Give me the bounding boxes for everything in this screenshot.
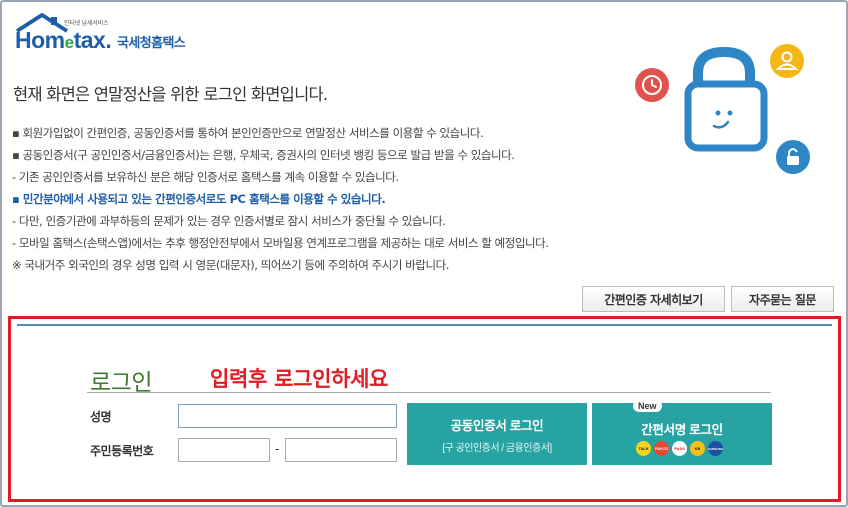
notice-item: ※ 국내거주 외국인의 경우 성명 입력 시 영문(대문자), 띄어쓰기 등에 … (12, 258, 449, 272)
user-icon (770, 44, 804, 78)
notice-item: - 다만, 인증기관에 과부하등의 문제가 있는 경우 인증서별로 잠시 서비스… (12, 214, 446, 228)
kakao-talk-icon: TALK (636, 441, 651, 456)
new-badge: New (633, 400, 662, 412)
easy-sign-login-label: 간편서명 로그인 (641, 423, 723, 437)
logo-subtitle: 인터넷 납세서비스 (64, 20, 109, 27)
kb-icon: KB (690, 441, 705, 456)
page-heading: 현재 화면은 연말정산을 위한 로그인 화면입니다. (13, 85, 328, 104)
easy-sign-login-button[interactable]: New 간편서명 로그인 TALK PAYCO PASS KB SAMSUNG (592, 400, 772, 465)
login-inner: 로그인 입력후 로그인하세요 성명 주민등록번호 - 공동인증서 로그인 [구 … (17, 324, 832, 494)
easy-auth-detail-button[interactable]: 간편인증 자세히보기 (582, 286, 725, 312)
samsung-pass-icon: SAMSUNG (708, 441, 723, 456)
clock-icon (635, 68, 669, 102)
notice-item: - 모바일 홈택스(손택스앱)에서는 추후 행정안전부에서 모바일용 연계프로그… (12, 236, 549, 250)
pass-icon: PASS (672, 441, 687, 456)
logo-korean-name: 국세청홈택스 (117, 36, 186, 51)
hometax-logo[interactable]: 인터넷 납세서비스 Hometax. 국세청홈택스 (13, 12, 203, 54)
faq-button[interactable]: 자주묻는 질문 (731, 286, 834, 312)
provider-icons: TALK PAYCO PASS KB SAMSUNG (636, 441, 723, 456)
rrn-front-input[interactable] (178, 438, 270, 462)
divider (87, 392, 771, 393)
certificate-login-label: 공동인증서 로그인 (450, 418, 544, 433)
login-hint: 입력후 로그인하세요 (210, 367, 389, 391)
payco-icon: PAYCO (654, 441, 669, 456)
rrn-separator: - (275, 442, 280, 456)
certificate-login-sublabel: [구 공인인증서 / 금융인증서] (442, 442, 552, 454)
rrn-back-input[interactable] (285, 438, 397, 462)
security-illustration (635, 44, 810, 174)
name-label: 성명 (90, 410, 112, 424)
lock-icon (776, 140, 810, 174)
open-padlock-icon (684, 46, 768, 152)
name-input[interactable] (178, 404, 397, 428)
rrn-label: 주민등록번호 (90, 444, 154, 458)
login-panel: 로그인 입력후 로그인하세요 성명 주민등록번호 - 공동인증서 로그인 [구 … (8, 316, 841, 502)
logo-wordmark: Hometax. (15, 27, 112, 53)
notice-item-highlight: ▪ 민간분야에서 사용되고 있는 간편인증서로도 PC 홈택스를 이용할 수 있… (12, 192, 386, 206)
certificate-login-button[interactable]: 공동인증서 로그인 [구 공인인증서 / 금융인증서] (407, 403, 587, 465)
